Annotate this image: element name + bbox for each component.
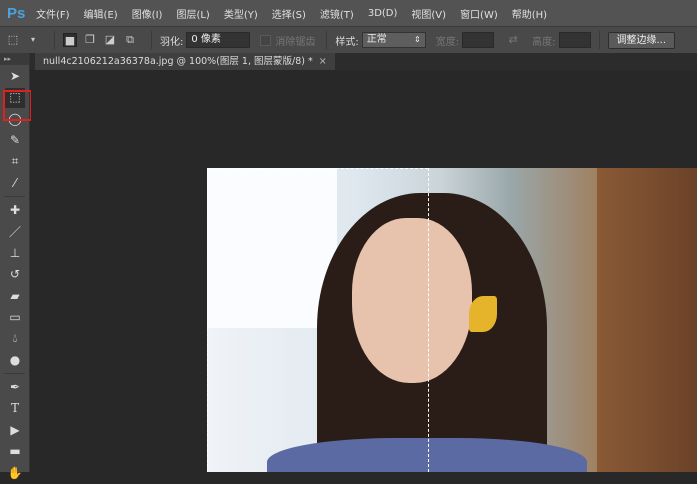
toolbox-collapse-icon[interactable]: ▸▸ (0, 53, 29, 65)
document-tab[interactable]: null4c2106212a36378a.jpg @ 100%(图层 1, 图层… (35, 53, 335, 70)
photo-sky (207, 168, 337, 328)
type-icon[interactable]: T (0, 398, 30, 420)
eraser-icon[interactable]: ▰ (0, 285, 30, 307)
path-selection-icon[interactable]: ▶ (0, 419, 30, 441)
photo-leaf (469, 296, 497, 332)
close-icon[interactable]: × (319, 56, 327, 67)
highlight-box (3, 90, 32, 121)
photoshop-logo: Ps (7, 4, 26, 22)
quick-selection-icon[interactable]: ✎ (0, 130, 30, 152)
healing-brush-icon[interactable]: ✚ (0, 199, 30, 221)
divider (151, 31, 152, 49)
document-tab-bar: null4c2106212a36378a.jpg @ 100%(图层 1, 图层… (30, 53, 697, 70)
photo-canvas[interactable] (207, 168, 697, 472)
feather-input[interactable]: 0 像素 (186, 32, 251, 48)
subtract-selection-icon[interactable]: ◪ (103, 33, 117, 47)
add-selection-icon[interactable]: ❐ (83, 33, 97, 47)
menu-help[interactable]: 帮助(H) (512, 6, 547, 21)
selection-marquee-right (428, 168, 429, 472)
menu-filter[interactable]: 滤镜(T) (320, 6, 354, 21)
menu-file[interactable]: 文件(F) (36, 6, 70, 21)
intersect-selection-icon[interactable]: ⧉ (123, 33, 137, 47)
photo-face (352, 218, 472, 383)
dodge-icon[interactable]: ● (0, 350, 30, 372)
marquee-preset-icon[interactable]: ⬚ (6, 33, 20, 47)
gradient-icon[interactable]: ▭ (0, 307, 30, 329)
feather-label: 羽化: (160, 36, 184, 48)
divider (4, 196, 25, 197)
document-title: null4c2106212a36378a.jpg @ 100%(图层 1, 图层… (43, 56, 313, 67)
rectangle-shape-icon[interactable]: ▬ (0, 441, 30, 463)
width-label: 宽度: (435, 36, 460, 48)
menu-edit[interactable]: 编辑(E) (84, 6, 118, 21)
selection-marquee-top (207, 168, 428, 169)
divider (4, 373, 25, 374)
selection-marquee-left (207, 168, 208, 472)
move-tool-icon[interactable]: ➤ (0, 65, 30, 87)
menu-type[interactable]: 类型(Y) (224, 6, 258, 21)
style-select[interactable]: 正常 ⇕ (361, 32, 426, 48)
hand-icon[interactable]: ✋ (0, 462, 30, 484)
crop-icon[interactable]: ⌗ (0, 151, 30, 173)
pen-icon[interactable]: ✒ (0, 376, 30, 398)
clone-stamp-icon[interactable]: ⊥ (0, 242, 30, 264)
divider (54, 31, 55, 49)
menu-window[interactable]: 窗口(W) (460, 6, 498, 21)
antialias-checkbox[interactable] (260, 34, 272, 46)
style-label: 样式: (335, 36, 359, 48)
width-input[interactable] (462, 32, 495, 48)
swap-icon[interactable]: ⇄ (506, 33, 520, 47)
style-value: 正常 (366, 34, 387, 45)
photo-tree-trunk (597, 168, 697, 472)
new-selection-icon[interactable]: ■ (63, 33, 77, 47)
menu-view[interactable]: 视图(V) (411, 6, 446, 21)
refine-edge-button[interactable]: 调整边缘... (607, 31, 676, 49)
eyedropper-icon[interactable]: ⁄ (0, 173, 30, 195)
preset-dropdown-icon[interactable]: ▾ (26, 33, 40, 47)
menu-image[interactable]: 图像(I) (132, 6, 163, 21)
options-bar: ⬚ ▾ ■ ❐ ◪ ⧉ 羽化: 0 像素 消除锯齿 样式: 正常 ⇕ 宽度: ⇄ … (0, 26, 697, 53)
antialias-label: 消除锯齿 (275, 36, 316, 48)
brush-icon[interactable]: ／ (0, 221, 30, 243)
height-label: 高度: (532, 36, 556, 48)
menu-bar: Ps 文件(F) 编辑(E) 图像(I) 图层(L) 类型(Y) 选择(S) 滤… (0, 0, 697, 26)
menu-layer[interactable]: 图层(L) (176, 6, 209, 21)
blur-icon[interactable]: 💧︎ (0, 328, 30, 350)
divider (326, 31, 328, 49)
photo-coat (267, 438, 587, 472)
updown-icon: ⇕ (414, 35, 421, 44)
height-input[interactable] (558, 32, 591, 48)
divider (598, 31, 600, 49)
menu-select[interactable]: 选择(S) (272, 6, 306, 21)
history-brush-icon[interactable]: ↺ (0, 264, 30, 286)
menu-3d[interactable]: 3D(D) (368, 8, 398, 19)
